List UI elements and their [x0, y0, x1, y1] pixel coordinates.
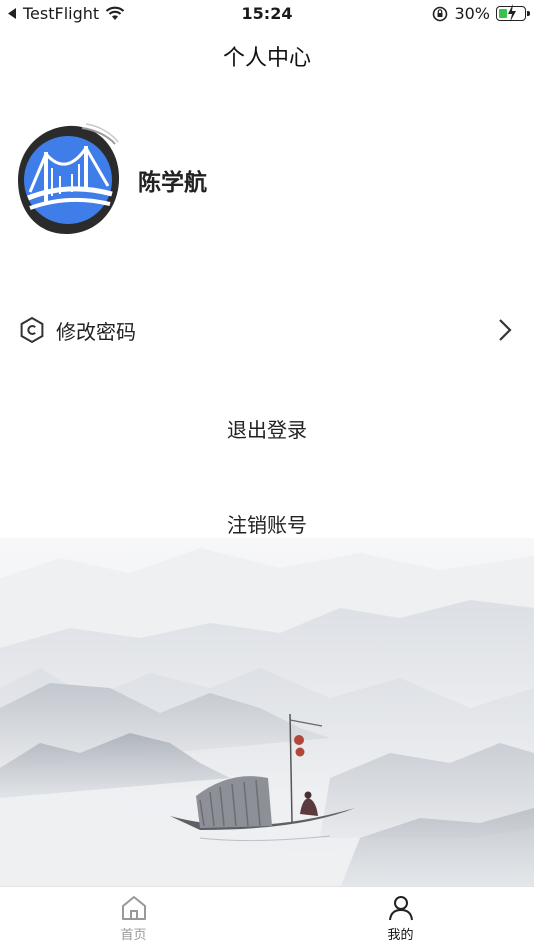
tab-mine[interactable]: 我的: [267, 887, 534, 950]
status-bar: TestFlight 15:24 30%: [0, 0, 534, 28]
home-icon: [121, 896, 146, 920]
tab-mine-label: 我的: [387, 928, 414, 943]
battery-icon: [496, 4, 530, 22]
orientation-lock-icon: [433, 6, 448, 21]
status-right: 30%: [432, 4, 530, 23]
profile-section: 陈学航: [16, 122, 207, 238]
tab-home[interactable]: 首页: [0, 887, 267, 950]
tab-bar: 首页 我的: [0, 886, 534, 950]
c-hexagon-icon: [20, 316, 44, 344]
delete-account-button[interactable]: 注销账号: [0, 509, 534, 538]
ink-landscape-image: [0, 538, 534, 888]
tab-home-label: 首页: [120, 928, 147, 943]
username: 陈学航: [138, 170, 207, 196]
logout-button[interactable]: 退出登录: [0, 414, 534, 443]
page-title: 个人中心: [222, 46, 311, 71]
person-icon: [388, 896, 413, 921]
menu-item-change-password[interactable]: 修改密码: [0, 306, 534, 354]
chevron-right-icon: [499, 319, 512, 341]
battery-percent: 30%: [454, 4, 490, 23]
avatar[interactable]: [16, 122, 122, 238]
menu-item-label: 修改密码: [56, 319, 136, 344]
